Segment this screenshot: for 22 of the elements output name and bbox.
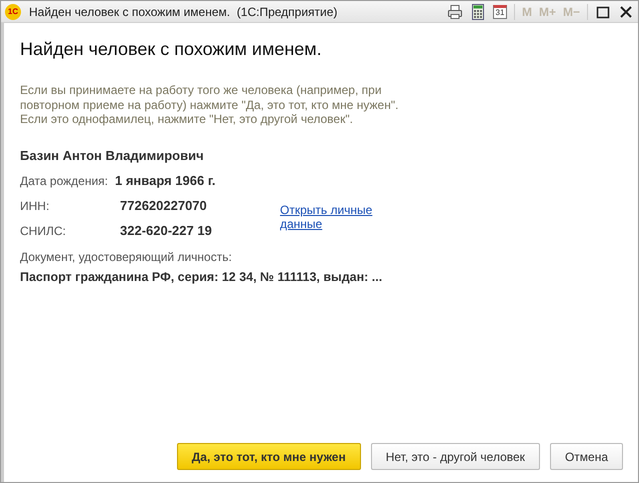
window-title: Найден человек с похожим именем. (1С:Предприятие) [29, 4, 338, 18]
dialog-heading: Найден человек с похожим именем. [20, 39, 323, 60]
field-label: СНИЛС: [20, 224, 67, 238]
open-personal-data-link[interactable]: Открыть личные данные [280, 202, 390, 230]
field-value: 772620227070 [120, 198, 207, 212]
hint-text: Если это однофамилец, нажмите "Нет, это другой человек". [20, 112, 354, 126]
calculator-icon[interactable] [470, 4, 486, 20]
dialog-button[interactable]: Отмена [550, 443, 623, 470]
field-label: ИНН: [20, 198, 50, 212]
close-icon[interactable] [618, 4, 634, 20]
app-logo: 1С [5, 4, 21, 20]
printer-icon[interactable] [446, 4, 463, 20]
document-label: Документ, удостоверяющий личность: [20, 250, 233, 264]
dialog-button[interactable]: Да, это тот, кто мне нужен [176, 443, 361, 470]
person-name: Базин Антон Владимирович [20, 148, 205, 162]
document-value: Паспорт гражданина РФ, серия: 12 34, № 111113, выдан: ... [20, 270, 384, 284]
field-value: 322-620-227 19 [120, 222, 212, 238]
dialog-button[interactable]: Нет, это - другой человек [370, 443, 540, 470]
field-label: Дата рождения: [20, 174, 108, 188]
calendar-button[interactable]: 31 [492, 4, 507, 18]
hint-text: Если вы принимаете на работу того же человека (например, при повторном приеме на работу) нажмите "Да, это тот, кто мне нужен". [20, 83, 400, 112]
field-value: 1 января 1966 г. [114, 172, 216, 188]
